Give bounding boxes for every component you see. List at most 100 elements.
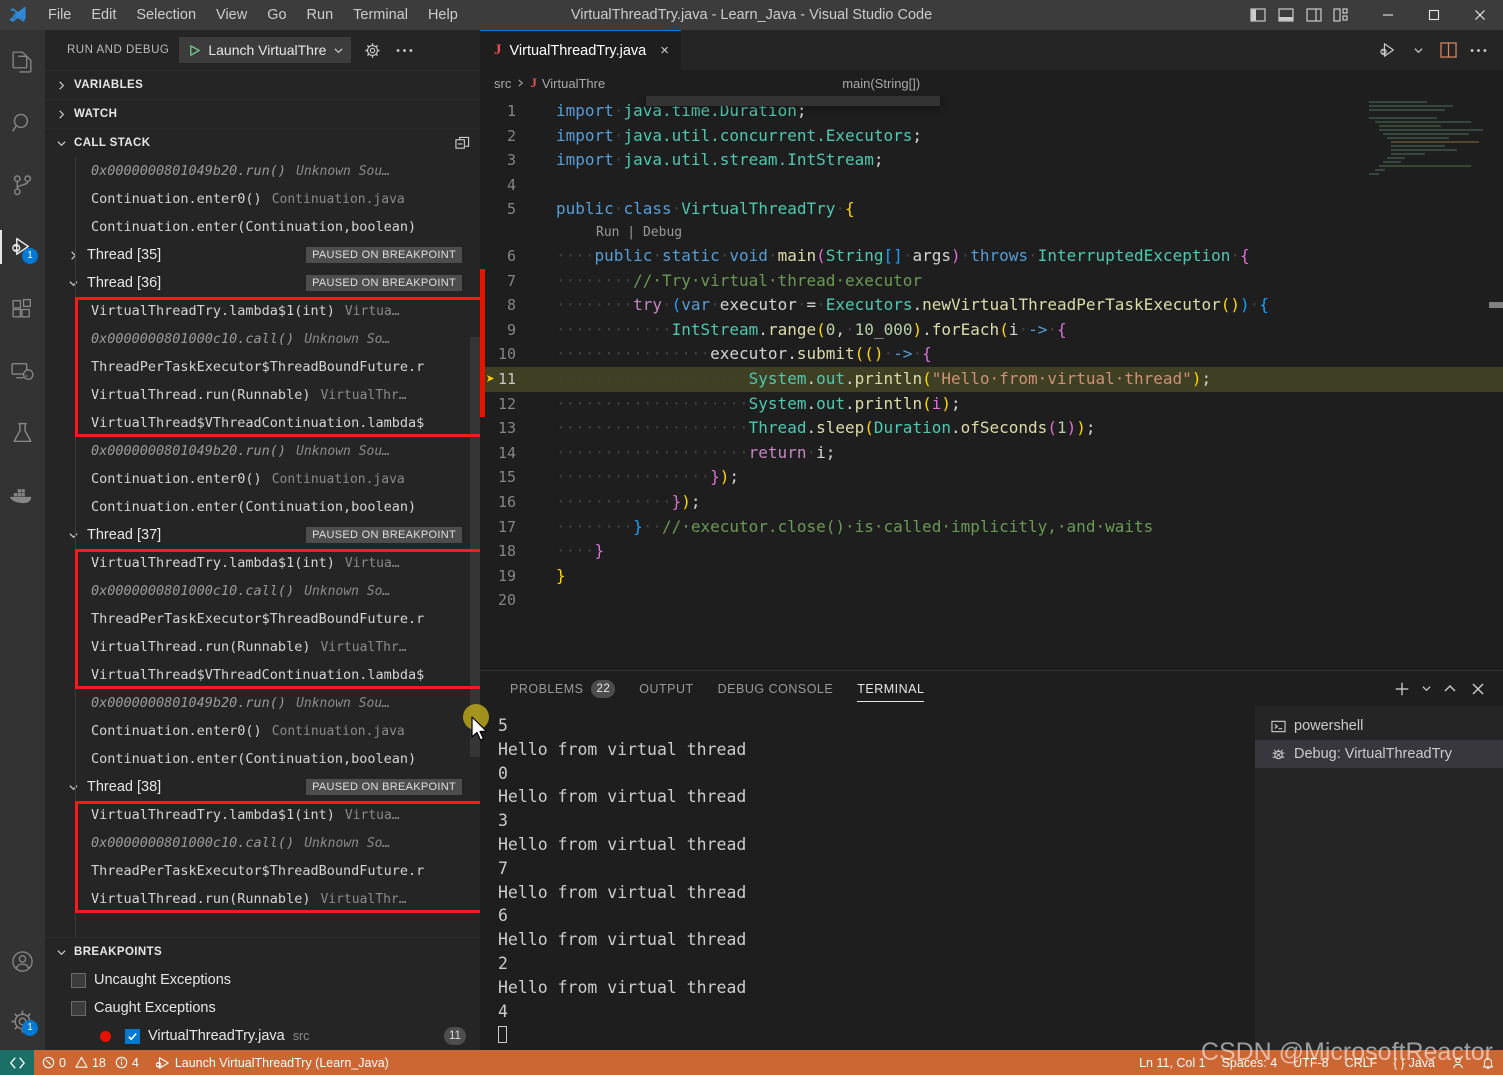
search-icon[interactable] — [0, 92, 45, 154]
toggle-primary-sidebar-icon[interactable] — [1245, 4, 1271, 26]
breakpoint-checkbox[interactable] — [71, 972, 86, 988]
code-line[interactable]: 6 ····public·static·void·main(String[]·ar… — [480, 244, 1503, 269]
sidebar-scrollbar[interactable] — [470, 337, 480, 757]
call-stack-frame[interactable]: 0x0000000801049b20.run() Unknown Sou… — [45, 689, 480, 717]
call-stack-frame[interactable]: VirtualThreadTry.lambda$1(int) Virtua… — [45, 549, 480, 577]
call-stack-thread[interactable]: Thread [36] PAUSED ON BREAKPOINT — [45, 269, 480, 297]
call-stack-frame[interactable]: Continuation.enter(Continuation,boolean) — [45, 493, 480, 521]
status-language-mode[interactable]: { } Java — [1385, 1050, 1443, 1075]
section-callstack[interactable]: CALL STACK — [45, 128, 480, 157]
call-stack-frame[interactable]: VirtualThreadTry.lambda$1(int) Virtua… — [45, 801, 480, 829]
menu-help[interactable]: Help — [418, 3, 468, 27]
customize-layout-icon[interactable] — [1329, 4, 1355, 26]
tab-output[interactable]: OUTPUT — [627, 671, 705, 706]
call-stack-frame[interactable]: 0x0000000801049b20.run() Unknown Sou… — [45, 437, 480, 465]
call-stack-thread[interactable]: Thread [38] PAUSED ON BREAKPOINT — [45, 773, 480, 801]
close-icon[interactable]: × — [660, 42, 669, 59]
close-panel-icon[interactable] — [1465, 676, 1491, 702]
call-stack-frame[interactable]: VirtualThread$VThreadContinuation.lambda… — [45, 661, 480, 689]
code-line[interactable]: 1 import·java.time.Duration; — [480, 99, 1503, 124]
extensions-icon[interactable] — [0, 278, 45, 340]
breakpoint-checkbox[interactable] — [71, 1000, 86, 1016]
restart-icon[interactable] — [808, 96, 842, 104]
tab-terminal[interactable]: TERMINAL — [845, 671, 936, 706]
code-line[interactable]: 10 ················executor.submit(()·->·… — [480, 342, 1503, 367]
chevron-down-icon[interactable] — [1405, 37, 1431, 63]
call-stack-frame[interactable]: 0x0000000801000c10.call() Unknown So… — [45, 829, 480, 857]
tab-debug-console[interactable]: DEBUG CONSOLE — [706, 671, 846, 706]
menu-run[interactable]: Run — [297, 3, 344, 27]
breakpoint-item[interactable]: Caught Exceptions — [45, 994, 480, 1022]
call-stack-frame[interactable]: ThreadPerTaskExecutor$ThreadBoundFuture.… — [45, 605, 480, 633]
status-problems[interactable]: 0 18 4 — [34, 1050, 147, 1075]
status-eol[interactable]: CRLF — [1337, 1050, 1386, 1075]
code-line[interactable]: 14 ····················return·i; — [480, 441, 1503, 466]
code-lens-label[interactable]: Run | Debug — [596, 221, 682, 246]
call-stack-frame[interactable]: VirtualThread.run(Runnable) VirtualThr… — [45, 381, 480, 409]
terminal-output[interactable]: 5 Hello from virtual thread 0 Hello from vi… — [480, 706, 1255, 1050]
code-line[interactable]: ➤ 11 ····················System.out.printl… — [480, 366, 1503, 392]
accounts-status-icon[interactable] — [1443, 1050, 1473, 1075]
run-and-debug-icon[interactable]: 1 — [0, 216, 45, 278]
chevron-down-icon[interactable] — [876, 96, 898, 104]
docker-icon[interactable] — [0, 464, 45, 526]
open-launch-json-button[interactable] — [361, 39, 383, 61]
hot-reload-icon[interactable] — [898, 96, 932, 104]
testing-icon[interactable] — [0, 402, 45, 464]
split-editor-icon[interactable] — [1435, 37, 1461, 63]
step-over-icon[interactable] — [706, 96, 740, 104]
call-stack-frame[interactable]: Continuation.enter(Continuation,boolean) — [45, 745, 480, 773]
code-editor[interactable]: 1 import·java.time.Duration; 2 import·java.… — [480, 96, 1503, 670]
step-out-icon[interactable] — [774, 96, 808, 104]
collapse-all-icon[interactable] — [455, 136, 470, 151]
menu-go[interactable]: Go — [257, 3, 296, 27]
menu-selection[interactable]: Selection — [126, 3, 206, 27]
status-launch-config[interactable]: Launch VirtualThreadTry (Learn_Java) — [147, 1050, 397, 1075]
terminal-item-powershell[interactable]: powershell — [1255, 712, 1503, 740]
code-line[interactable]: 9 ············IntStream.range(0,·10_000).… — [480, 318, 1503, 343]
code-line[interactable]: 5 public·class·VirtualThreadTry·{ — [480, 197, 1503, 222]
call-stack-thread[interactable]: Thread [35] PAUSED ON BREAKPOINT — [45, 241, 480, 269]
tab-problems[interactable]: PROBLEMS 22 — [498, 671, 627, 706]
add-terminal-icon[interactable] — [1389, 676, 1415, 702]
call-stack-frame[interactable]: VirtualThread.run(Runnable) VirtualThr… — [45, 885, 480, 913]
code-line[interactable]: 8 ········try·(var·executor·=·Executors.n… — [480, 293, 1503, 318]
call-stack-frame[interactable]: Continuation.enter0() Continuation.java — [45, 717, 480, 745]
code-line[interactable]: 12 ····················System.out.println… — [480, 392, 1503, 417]
status-indentation[interactable]: Spaces: 4 — [1214, 1050, 1286, 1075]
call-stack-frame[interactable]: VirtualThreadTry.lambda$1(int) Virtua… — [45, 297, 480, 325]
call-stack-frame[interactable]: 0x0000000801000c10.call() Unknown So… — [45, 577, 480, 605]
breadcrumb-src[interactable]: src — [494, 76, 511, 91]
code-line[interactable]: 19} — [480, 564, 1503, 589]
code-line[interactable]: 20 — [480, 588, 1503, 613]
call-stack-frame[interactable]: 0x0000000801049b20.run() Unknown Sou… — [45, 157, 480, 185]
code-line[interactable]: 13 ····················Thread.sleep(Durat… — [480, 416, 1503, 441]
call-stack-frame[interactable]: ThreadPerTaskExecutor$ThreadBoundFuture.… — [45, 353, 480, 381]
section-variables[interactable]: VARIABLES — [45, 70, 480, 99]
call-stack-frame[interactable]: VirtualThread$VThreadContinuation.lambda… — [45, 409, 480, 437]
code-line[interactable]: 4 — [480, 173, 1503, 198]
settings-gear-icon[interactable]: 1 — [0, 992, 45, 1050]
call-stack-frame[interactable]: ThreadPerTaskExecutor$ThreadBoundFuture.… — [45, 857, 480, 885]
sidebar-more-actions-button[interactable] — [393, 39, 415, 61]
accounts-icon[interactable] — [0, 930, 45, 992]
minimap[interactable] — [1369, 96, 1489, 670]
code-line[interactable]: 2 import·java.util.concurrent.Executors; — [480, 124, 1503, 149]
breakpoint-checkbox[interactable] — [125, 1028, 140, 1044]
run-or-debug-icon[interactable] — [1375, 37, 1401, 63]
notifications-bell-icon[interactable] — [1473, 1050, 1503, 1075]
code-line[interactable]: 15 ················}); — [480, 465, 1503, 490]
breakpoint-item[interactable]: VirtualThreadTry.java src 11 — [45, 1022, 480, 1050]
remote-explorer-icon[interactable]: >_ — [0, 340, 45, 402]
code-line[interactable]: 7 ········//·Try·virtual·thread·executor — [480, 269, 1503, 294]
more-actions-icon[interactable] — [1465, 37, 1491, 63]
window-close-button[interactable] — [1457, 0, 1503, 30]
call-stack-frame[interactable]: Continuation.enter0() Continuation.java — [45, 185, 480, 213]
maximize-panel-icon[interactable] — [1437, 676, 1463, 702]
source-control-icon[interactable] — [0, 154, 45, 216]
window-minimize-button[interactable] — [1365, 0, 1411, 30]
call-stack-frame[interactable]: 0x0000000801000c10.call() Unknown So… — [45, 325, 480, 353]
call-stack-frame[interactable]: VirtualThread.run(Runnable) VirtualThr… — [45, 633, 480, 661]
status-encoding[interactable]: UTF-8 — [1285, 1050, 1336, 1075]
breakpoint-item[interactable]: Uncaught Exceptions — [45, 966, 480, 994]
